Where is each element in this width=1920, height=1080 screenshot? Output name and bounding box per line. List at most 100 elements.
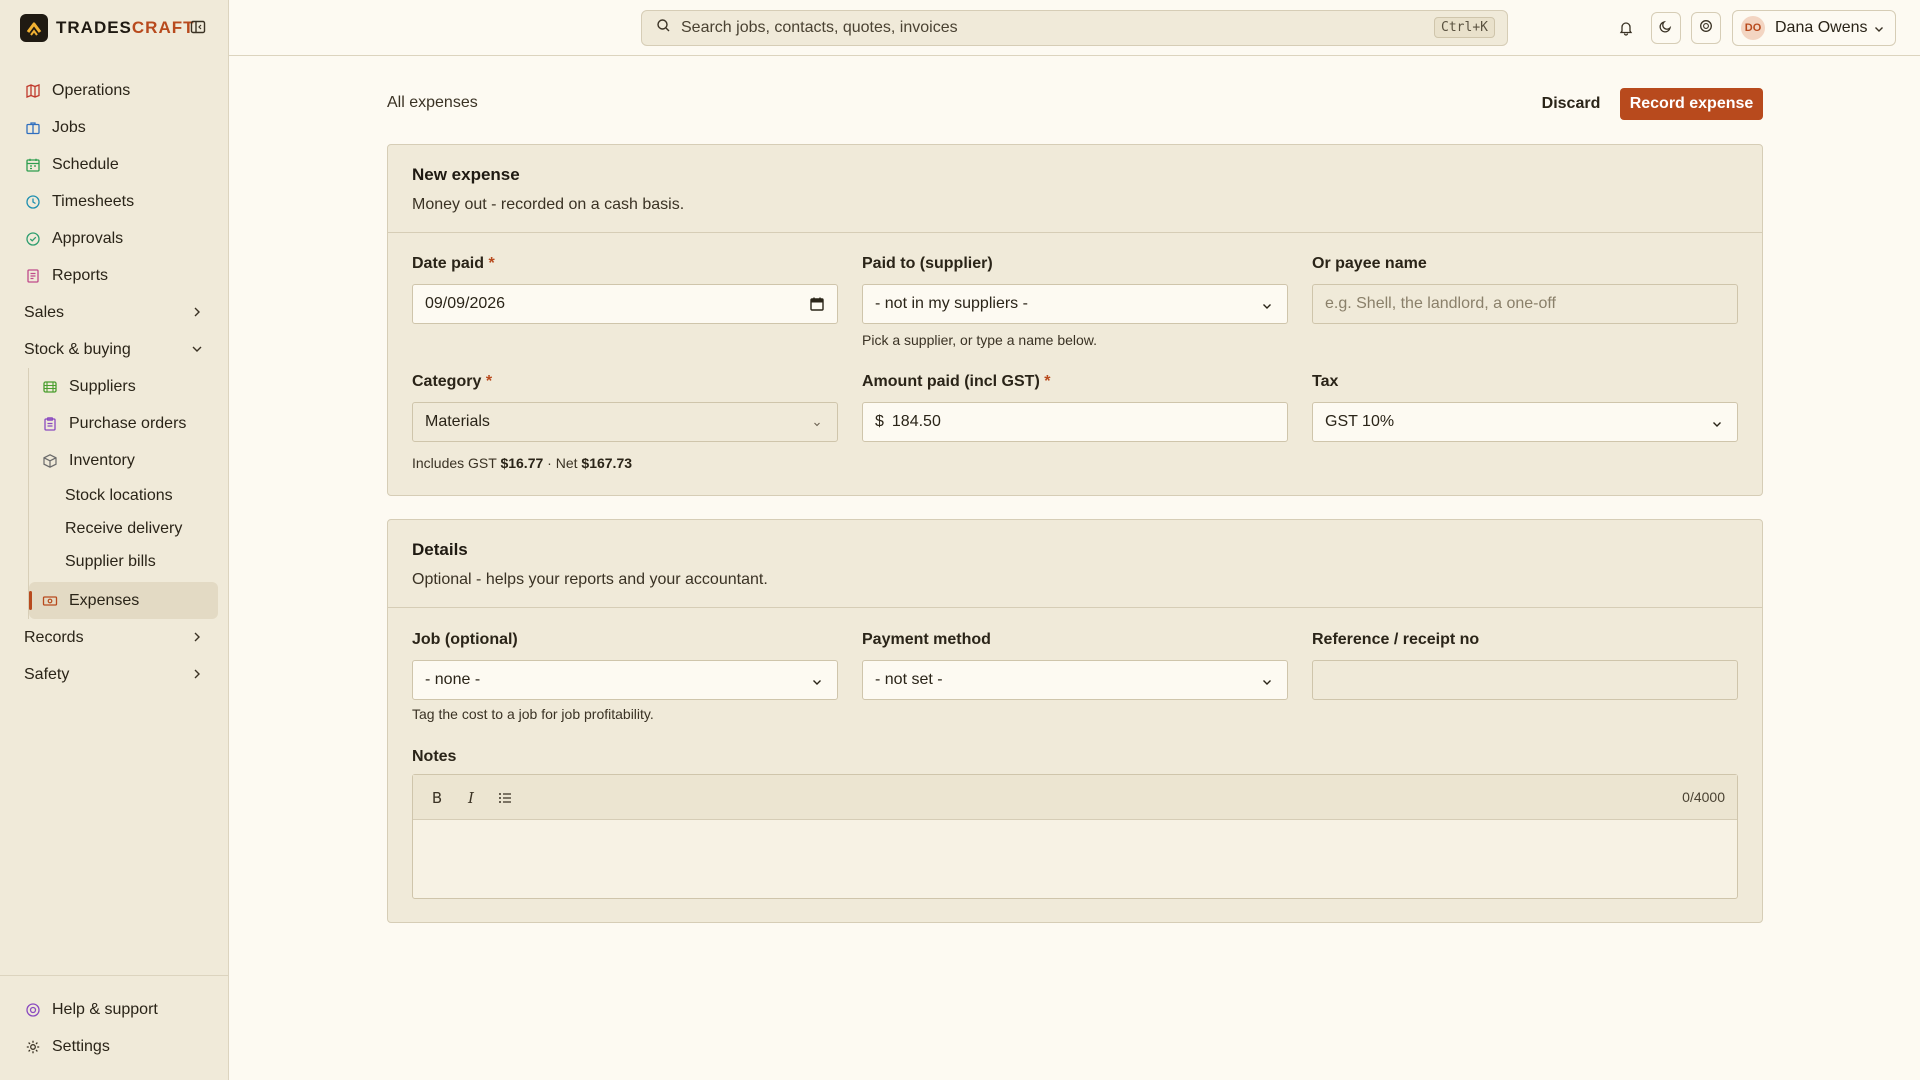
- sidebar-item-records[interactable]: Records: [16, 619, 218, 656]
- notes-textarea[interactable]: [413, 820, 1737, 898]
- tax-value: GST 10%: [1325, 413, 1395, 430]
- brand[interactable]: TRADESCRAFT: [20, 14, 195, 42]
- job-value: - none -: [425, 671, 481, 688]
- receipt-icon: [41, 592, 59, 610]
- card-subtitle: Optional - helps your reports and your a…: [412, 571, 768, 588]
- sidebar-item-label: Approvals: [52, 229, 124, 247]
- sidebar-item-label: Receive delivery: [65, 519, 183, 537]
- chevron-down-icon: [811, 417, 823, 435]
- briefcase-icon: [24, 119, 42, 137]
- sidebar: TRADESCRAFT Operations Jobs Schedule Tim…: [0, 0, 229, 1080]
- paid-to-label: Paid to (supplier): [862, 255, 993, 272]
- notes-toolbar: B I 0/4000: [413, 775, 1737, 820]
- sidebar-item-expenses[interactable]: Expenses: [29, 582, 218, 619]
- sidebar-item-suppliers[interactable]: Suppliers: [29, 368, 218, 405]
- sidebar-item-label: Suppliers: [69, 377, 136, 395]
- chevron-right-icon: [190, 667, 204, 681]
- topbar: Search jobs, contacts, quotes, invoices …: [229, 0, 1920, 56]
- supplier-select[interactable]: - not in my suppliers -: [862, 284, 1288, 324]
- sidebar-item-label: Expenses: [69, 591, 140, 609]
- sidebar-item-label: Settings: [52, 1037, 110, 1055]
- reference-label: Reference / receipt no: [1312, 631, 1480, 648]
- card-header: Details Optional - helps your reports an…: [388, 520, 1762, 608]
- user-menu[interactable]: DO Dana Owens: [1732, 10, 1896, 46]
- sidebar-item-approvals[interactable]: Approvals: [16, 220, 218, 257]
- avatar: DO: [1741, 16, 1765, 40]
- payee-placeholder: e.g. Shell, the landlord, a one-off: [1325, 295, 1556, 312]
- sidebar-item-label: Inventory: [69, 451, 135, 469]
- sidebar-item-safety[interactable]: Safety: [16, 656, 218, 693]
- chevron-down-icon: [1261, 675, 1273, 693]
- date-paid-label: Date paid *: [412, 255, 495, 272]
- contrast-icon: [1699, 19, 1713, 38]
- tax-select[interactable]: GST 10%: [1312, 402, 1738, 442]
- sidebar-item-jobs[interactable]: Jobs: [16, 109, 218, 146]
- sidebar-item-label: Operations: [52, 81, 131, 99]
- amount-label: Amount paid (incl GST) *: [862, 373, 1051, 390]
- lifebuoy-icon: [24, 1001, 42, 1019]
- notes-label: Notes: [412, 748, 457, 765]
- sidebar-item-timesheets[interactable]: Timesheets: [16, 183, 218, 220]
- tax-label: Tax: [1312, 373, 1339, 390]
- sidebar-item-receive-delivery[interactable]: Receive delivery: [29, 512, 218, 545]
- list-icon[interactable]: [495, 788, 515, 808]
- sidebar-item-label: Help & support: [52, 1000, 158, 1018]
- bold-button[interactable]: B: [427, 788, 447, 808]
- sidebar-item-reports[interactable]: Reports: [16, 257, 218, 294]
- sidebar-item-stock-buying[interactable]: Stock & buying: [16, 331, 218, 368]
- box-icon: [41, 452, 59, 470]
- job-select[interactable]: - none -: [412, 660, 838, 700]
- payee-name-input[interactable]: e.g. Shell, the landlord, a one-off: [1312, 284, 1738, 324]
- sidebar-item-inventory[interactable]: Inventory: [29, 442, 218, 479]
- amount-input[interactable]: $ 184.50: [862, 402, 1288, 442]
- sidebar-item-operations[interactable]: Operations: [16, 72, 218, 109]
- breadcrumb[interactable]: All expenses: [387, 94, 478, 112]
- sidebar-item-schedule[interactable]: Schedule: [16, 146, 218, 183]
- payment-method-select[interactable]: - not set -: [862, 660, 1288, 700]
- dark-mode-toggle[interactable]: [1651, 12, 1681, 44]
- sidebar-item-label: Reports: [52, 266, 109, 284]
- card-header: New expense Money out - recorded on a ca…: [388, 145, 1762, 233]
- payment-method-label: Payment method: [862, 631, 991, 648]
- chevron-right-icon: [190, 305, 204, 319]
- job-label: Job (optional): [412, 631, 518, 648]
- sidebar-item-help[interactable]: Help & support: [16, 991, 218, 1028]
- sidebar-item-label: Schedule: [52, 155, 119, 173]
- reference-input[interactable]: [1312, 660, 1738, 700]
- sidebar-item-stock-locations[interactable]: Stock locations: [29, 479, 218, 512]
- stock-submenu: Suppliers Purchase orders Inventory Stoc…: [28, 368, 218, 619]
- category-label: Category *: [412, 373, 493, 390]
- gear-icon: [24, 1038, 42, 1056]
- sidebar-item-purchase-orders[interactable]: Purchase orders: [29, 405, 218, 442]
- italic-button[interactable]: I: [461, 788, 481, 808]
- payee-label: Or payee name: [1312, 255, 1427, 272]
- sidebar-item-label: Timesheets: [52, 192, 135, 210]
- moon-icon: [1659, 19, 1673, 38]
- sidebar-item-label: Purchase orders: [69, 414, 187, 432]
- report-icon: [24, 267, 42, 285]
- sidebar-item-supplier-bills[interactable]: Supplier bills: [29, 545, 218, 578]
- collapse-sidebar-icon[interactable]: [190, 19, 208, 37]
- sidebar-item-label: Supplier bills: [65, 552, 156, 570]
- discard-button[interactable]: Discard: [1530, 88, 1612, 120]
- clipboard-icon: [41, 415, 59, 433]
- sidebar-item-settings[interactable]: Settings: [16, 1028, 218, 1065]
- truck-icon: [41, 378, 59, 396]
- inventory-submenu: Stock locations Receive delivery Supplie…: [29, 479, 218, 578]
- sidebar-item-label: Sales: [24, 303, 65, 321]
- supplier-value: - not in my suppliers -: [875, 295, 1028, 312]
- chevron-down-icon: [190, 342, 204, 356]
- search-input[interactable]: Search jobs, contacts, quotes, invoices …: [641, 10, 1508, 46]
- currency-symbol: $: [875, 413, 884, 430]
- sidebar-item-sales[interactable]: Sales: [16, 294, 218, 331]
- new-expense-card: New expense Money out - recorded on a ca…: [387, 144, 1763, 496]
- contrast-toggle[interactable]: [1691, 12, 1721, 44]
- date-paid-field[interactable]: 09/09/2026: [412, 284, 838, 324]
- calendar-icon[interactable]: [809, 296, 825, 317]
- sidebar-item-label: Stock locations: [65, 486, 173, 504]
- bell-icon[interactable]: [1611, 12, 1641, 44]
- category-select[interactable]: Materials: [412, 402, 838, 442]
- notes-editor: B I 0/4000: [412, 774, 1738, 899]
- date-value: 09/09/2026: [425, 295, 506, 312]
- record-expense-button[interactable]: Record expense: [1620, 88, 1763, 120]
